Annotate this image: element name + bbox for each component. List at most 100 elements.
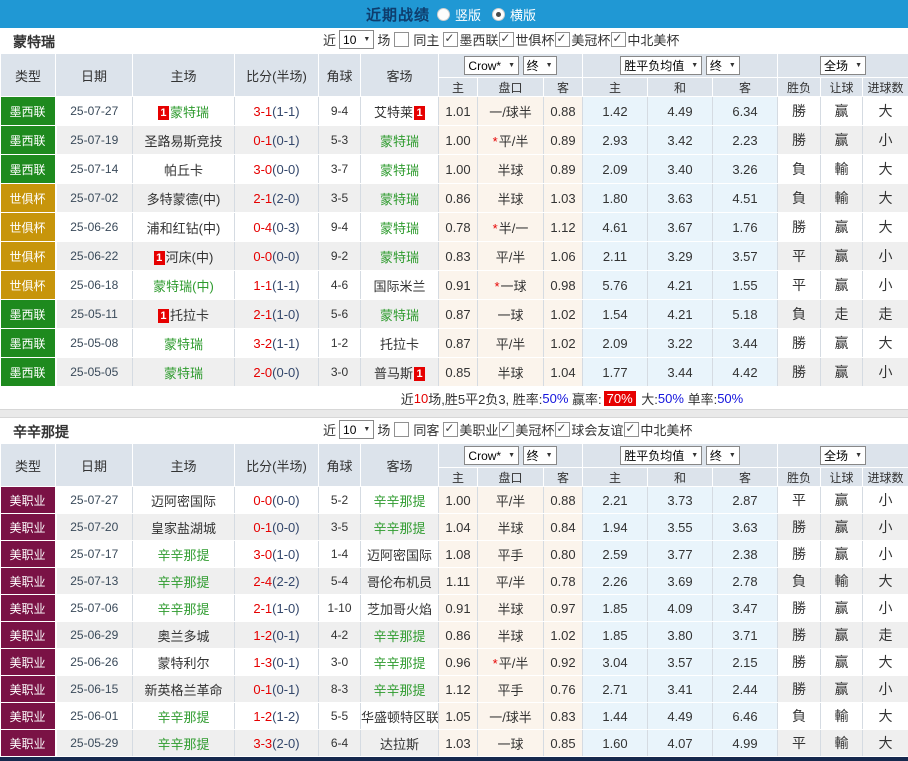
- odds-home-value: 0.85: [439, 358, 478, 387]
- league-filter[interactable]: ✓球会友谊: [554, 420, 623, 439]
- odds-away-value: 0.78: [544, 568, 583, 595]
- fulltime-score: 1-1: [253, 278, 272, 293]
- summary-segment: 近: [401, 389, 414, 408]
- bookmaker-select[interactable]: Crow*▼: [464, 446, 519, 465]
- odds-away-value: 0.88: [544, 487, 583, 514]
- avg-away-value: 3.57: [713, 242, 778, 271]
- league-badge: 墨西联: [1, 358, 56, 387]
- odds-away-value: 0.76: [544, 676, 583, 703]
- home-team-name: 辛辛那提: [157, 602, 209, 617]
- bookmaker-select[interactable]: Crow*▼: [464, 56, 519, 75]
- match-date: 25-06-26: [56, 213, 133, 242]
- match-date: 25-07-27: [56, 487, 133, 514]
- match-count-select[interactable]: 10▼: [339, 30, 374, 49]
- home-team-name: 奥兰多城: [157, 629, 209, 644]
- avg-away-value: 3.26: [713, 155, 778, 184]
- league-filter[interactable]: ✓中北美杯: [610, 30, 679, 49]
- league-filter[interactable]: ✓美冠杯: [498, 420, 554, 439]
- games-label: 场: [377, 420, 390, 439]
- league-checkbox[interactable]: ✓: [443, 422, 458, 437]
- full-match-select[interactable]: 全场▼: [820, 446, 866, 465]
- handicap-text: 平手: [497, 548, 523, 563]
- odds-away-value: 1.02: [544, 622, 583, 649]
- horizontal-layout-radio[interactable]: [492, 8, 505, 21]
- summary-row: 近10场,胜5平2负3, 胜率:50% 赢率:70% 大:50% 单率:50%: [118, 387, 908, 409]
- score-cell: 1-3(0-1): [235, 649, 319, 676]
- summary-segment: 50%: [658, 391, 684, 406]
- bookmaker-select-value: Crow*: [468, 59, 501, 73]
- avg-final-select[interactable]: 终▼: [706, 56, 740, 75]
- score-cell: 0-0(0-0): [235, 242, 319, 271]
- corner-count: 6-4: [319, 730, 361, 757]
- halftime-score: (0-1): [272, 133, 299, 148]
- home-team-cell: 帕丘卡: [133, 155, 235, 184]
- avg-select[interactable]: 胜平负均值▼: [620, 56, 702, 75]
- corner-count: 5-3: [319, 126, 361, 155]
- matches-table: 类型 日期 主场 比分(半场) 角球 客场 Crow*▼ 终▼ 胜平负均值▼ 终…: [0, 53, 908, 387]
- col-goals: 进球数: [863, 78, 908, 97]
- vertical-layout-radio[interactable]: [437, 8, 450, 21]
- full-match-select[interactable]: 全场▼: [820, 56, 866, 75]
- league-filter[interactable]: ✓美冠杯: [554, 30, 610, 49]
- league-checkbox[interactable]: ✓: [555, 32, 570, 47]
- same-venue-checkbox[interactable]: [394, 32, 409, 47]
- league-filter-label: 墨西联: [459, 30, 498, 49]
- summary-segment: 70%: [604, 391, 636, 406]
- result-goals: 大: [863, 97, 908, 126]
- match-row: 美职业 25-07-20 皇家盐湖城 0-1(0-0) 3-5 辛辛那提 1.0…: [1, 514, 908, 541]
- result-goals: 小: [863, 487, 908, 514]
- away-team-cell: 蒙特瑞: [361, 126, 439, 155]
- league-filter[interactable]: ✓中北美杯: [623, 420, 692, 439]
- result-outcome: 勝: [778, 514, 821, 541]
- halftime-score: (2-0): [272, 191, 299, 206]
- avg-away-value: 3.44: [713, 329, 778, 358]
- home-team-cell: 辛辛那提: [133, 595, 235, 622]
- league-checkbox[interactable]: ✓: [555, 422, 570, 437]
- league-checkbox[interactable]: ✓: [611, 32, 626, 47]
- vertical-layout-label[interactable]: 竖版: [455, 5, 481, 24]
- league-filter[interactable]: ✓世俱杯: [498, 30, 554, 49]
- avg-draw-value: 3.42: [648, 126, 713, 155]
- league-checkbox[interactable]: ✓: [624, 422, 639, 437]
- odds-home-value: 0.96: [439, 649, 478, 676]
- odds-final-select[interactable]: 终▼: [523, 446, 557, 465]
- odds-away-value: 0.88: [544, 97, 583, 126]
- col-avg-draw: 和: [648, 78, 713, 97]
- halftime-score: (1-0): [272, 307, 299, 322]
- league-badge: 美职业: [1, 514, 56, 541]
- result-outcome: 負: [778, 703, 821, 730]
- league-badge: 世俱杯: [1, 213, 56, 242]
- same-venue-checkbox[interactable]: [394, 422, 409, 437]
- recent-results-page: 近期战绩 竖版 横版 蒙特瑞 近 10▼ 场 同主 ✓墨西联 ✓世俱杯 ✓美冠杯…: [0, 0, 908, 761]
- result-handicap: 赢: [821, 595, 863, 622]
- fulltime-score: 0-4: [253, 220, 272, 235]
- match-date: 25-07-06: [56, 595, 133, 622]
- team-section: 辛辛那提 近 10▼ 场 同客 ✓美职业 ✓美冠杯 ✓球会友谊 ✓中北美杯: [0, 418, 908, 757]
- summary-segment: 赢率:: [568, 389, 601, 408]
- odds-away-value: 1.02: [544, 329, 583, 358]
- avg-draw-value: 3.63: [648, 184, 713, 213]
- odds-final-select[interactable]: 终▼: [523, 56, 557, 75]
- result-handicap: 赢: [821, 358, 863, 387]
- league-filter[interactable]: ✓美职业: [442, 420, 498, 439]
- match-row: 墨西联 25-07-27 1蒙特瑞 3-1(1-1) 9-4 艾特莱1 1.01…: [1, 97, 908, 126]
- result-handicap: 走: [821, 300, 863, 329]
- avg-select[interactable]: 胜平负均值▼: [620, 446, 702, 465]
- avg-final-select[interactable]: 终▼: [706, 446, 740, 465]
- odds-away-value: 0.98: [544, 271, 583, 300]
- league-filter[interactable]: ✓墨西联: [442, 30, 498, 49]
- result-outcome: 勝: [778, 97, 821, 126]
- horizontal-layout-label[interactable]: 横版: [510, 5, 536, 24]
- halftime-score: (1-1): [272, 104, 299, 119]
- match-count-select[interactable]: 10▼: [339, 420, 374, 439]
- league-checkbox[interactable]: ✓: [443, 32, 458, 47]
- avg-group-header: 胜平负均值▼ 终▼: [583, 54, 778, 78]
- match-row: 世俱杯 25-07-02 多特蒙德(中) 2-1(2-0) 3-5 蒙特瑞 0.…: [1, 184, 908, 213]
- league-checkbox[interactable]: ✓: [499, 422, 514, 437]
- corner-count: 3-0: [319, 649, 361, 676]
- result-goals: 大: [863, 329, 908, 358]
- league-checkbox[interactable]: ✓: [499, 32, 514, 47]
- result-outcome: 負: [778, 568, 821, 595]
- away-team-cell: 艾特莱1: [361, 97, 439, 126]
- col-avg-draw: 和: [648, 468, 713, 487]
